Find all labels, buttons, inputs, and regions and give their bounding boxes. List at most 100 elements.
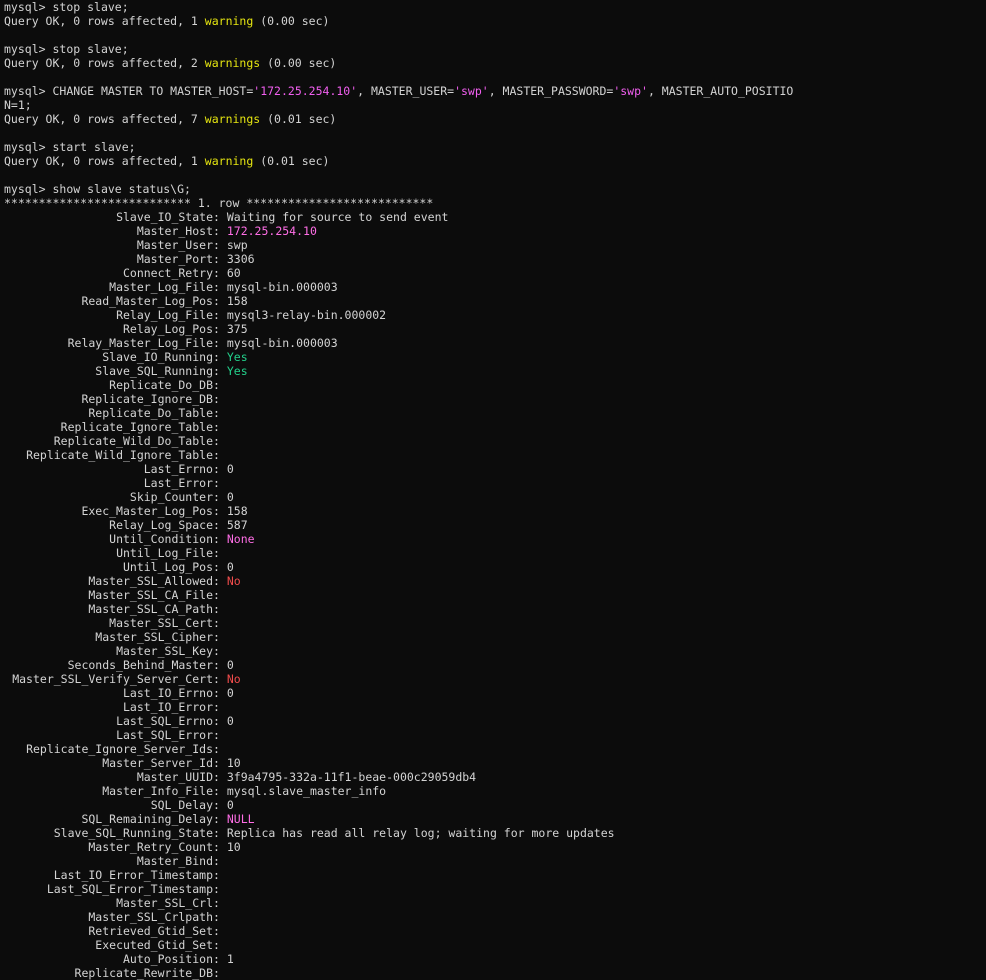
status-separator: : xyxy=(213,686,227,700)
status-key: Master_Bind xyxy=(136,854,213,868)
status-separator: : xyxy=(213,364,227,378)
command-line: mysql> start slave; xyxy=(4,140,986,154)
status-key: Until_Condition xyxy=(109,532,213,546)
status-value: 1 xyxy=(226,952,234,966)
status-key: Slave_IO_State xyxy=(116,210,213,224)
status-row: Master_SSL_Cert: xyxy=(4,616,986,630)
status-key: Connect_Retry xyxy=(122,266,213,280)
status-value: swp xyxy=(226,238,248,252)
status-row: Master_SSL_Cipher: xyxy=(4,630,986,644)
status-value: Yes xyxy=(226,350,248,364)
status-row: Master_Host: 172.25.254.10 xyxy=(4,224,986,238)
status-value: 375 xyxy=(226,322,248,336)
status-key: Slave_SQL_Running_State xyxy=(53,826,213,840)
status-separator: : xyxy=(213,546,227,560)
status-key: Last_IO_Error_Timestamp xyxy=(53,868,213,882)
status-separator: : xyxy=(213,882,227,896)
prompt: mysql> xyxy=(4,42,46,56)
status-key: Relay_Log_File xyxy=(116,308,213,322)
status-value: No xyxy=(226,574,241,588)
status-separator: : xyxy=(213,420,227,434)
result-line: Query OK, 0 rows affected, 1 warning (0.… xyxy=(4,14,330,28)
status-value: Yes xyxy=(226,364,248,378)
status-key: Master_SSL_Cipher xyxy=(95,630,213,644)
status-row: Master_Info_File: mysql.slave_master_inf… xyxy=(4,784,986,798)
status-row: Replicate_Do_Table: xyxy=(4,406,986,420)
status-row: Master_SSL_CA_File: xyxy=(4,588,986,602)
status-row: SQL_Remaining_Delay: NULL xyxy=(4,812,986,826)
status-row: Last_Errno: 0 xyxy=(4,462,986,476)
status-row: Auto_Position: 1 xyxy=(4,952,986,966)
status-key: Master_SSL_Cert xyxy=(109,616,213,630)
terminal-window[interactable]: mysql> stop slave; Query OK, 0 rows affe… xyxy=(0,0,986,980)
status-value: 0 xyxy=(226,798,234,812)
status-separator: : xyxy=(213,756,227,770)
status-separator: : xyxy=(213,966,227,980)
status-key: SQL_Remaining_Delay xyxy=(81,812,213,826)
status-separator: : xyxy=(213,266,227,280)
status-key: Last_SQL_Error xyxy=(116,728,213,742)
status-key: Replicate_Ignore_DB xyxy=(81,392,213,406)
status-row: Replicate_Rewrite_DB: xyxy=(4,966,986,980)
prompt: mysql> xyxy=(4,84,46,98)
status-row: Slave_SQL_Running: Yes xyxy=(4,364,986,378)
status-row: Last_SQL_Error_Timestamp: xyxy=(4,882,986,896)
status-row: Relay_Log_Space: 587 xyxy=(4,518,986,532)
status-key: Master_SSL_Crl xyxy=(116,896,213,910)
status-row: Master_SSL_Verify_Server_Cert: No xyxy=(4,672,986,686)
status-separator: : xyxy=(213,588,227,602)
status-row: Relay_Log_File: mysql3-relay-bin.000002 xyxy=(4,308,986,322)
status-separator: : xyxy=(213,602,227,616)
status-key: Master_SSL_Verify_Server_Cert xyxy=(12,672,213,686)
command-text: start slave; xyxy=(52,140,136,154)
status-separator: : xyxy=(213,868,227,882)
status-row: Slave_SQL_Running_State: Replica has rea… xyxy=(4,826,986,840)
status-row: Replicate_Wild_Do_Table: xyxy=(4,434,986,448)
status-row: Last_IO_Error: xyxy=(4,700,986,714)
status-key: Replicate_Rewrite_DB xyxy=(74,966,213,980)
status-separator: : xyxy=(213,952,227,966)
status-separator: : xyxy=(213,224,227,238)
status-separator: : xyxy=(213,644,227,658)
status-separator: : xyxy=(213,672,227,686)
status-separator: : xyxy=(213,616,227,630)
status-separator: : xyxy=(213,322,227,336)
prompt: mysql> xyxy=(4,140,46,154)
status-row: Master_SSL_Allowed: No xyxy=(4,574,986,588)
status-value: NULL xyxy=(226,812,255,826)
status-row: Seconds_Behind_Master: 0 xyxy=(4,658,986,672)
status-key: Executed_Gtid_Set xyxy=(95,938,213,952)
status-separator: : xyxy=(213,700,227,714)
status-row: Replicate_Ignore_Table: xyxy=(4,420,986,434)
command-line: mysql> show slave status\G; xyxy=(4,182,986,196)
result-line: Query OK, 0 rows affected, 2 warnings (0… xyxy=(4,56,337,70)
status-separator: : xyxy=(213,924,227,938)
status-row: Read_Master_Log_Pos: 158 xyxy=(4,294,986,308)
status-key: Read_Master_Log_Pos xyxy=(81,294,213,308)
status-separator: : xyxy=(213,840,227,854)
status-separator: : xyxy=(213,812,227,826)
status-row: Master_Log_File: mysql-bin.000003 xyxy=(4,280,986,294)
status-row: Last_SQL_Errno: 0 xyxy=(4,714,986,728)
status-row: Replicate_Ignore_Server_Ids: xyxy=(4,742,986,756)
command-text: show slave status\G; xyxy=(52,182,191,196)
result-line: Query OK, 0 rows affected, 7 warnings (0… xyxy=(4,112,337,126)
status-separator: : xyxy=(213,560,227,574)
status-separator: : xyxy=(213,406,227,420)
status-separator: : xyxy=(213,784,227,798)
status-value: 0 xyxy=(226,490,234,504)
status-separator: : xyxy=(213,392,227,406)
status-value: 0 xyxy=(226,560,234,574)
status-key: Master_Server_Id xyxy=(102,756,213,770)
slave-status-list: Slave_IO_State: Waiting for source to se… xyxy=(4,210,986,980)
status-row: Relay_Master_Log_File: mysql-bin.000003 xyxy=(4,336,986,350)
status-separator: : xyxy=(213,630,227,644)
status-separator: : xyxy=(213,210,227,224)
status-key: Last_SQL_Errno xyxy=(116,714,213,728)
status-separator: : xyxy=(213,308,227,322)
status-row: Connect_Retry: 60 xyxy=(4,266,986,280)
status-value: 3f9a4795-332a-11f1-beae-000c29059db4 xyxy=(226,770,477,784)
status-key: Relay_Log_Space xyxy=(109,518,213,532)
status-row: Until_Log_Pos: 0 xyxy=(4,560,986,574)
